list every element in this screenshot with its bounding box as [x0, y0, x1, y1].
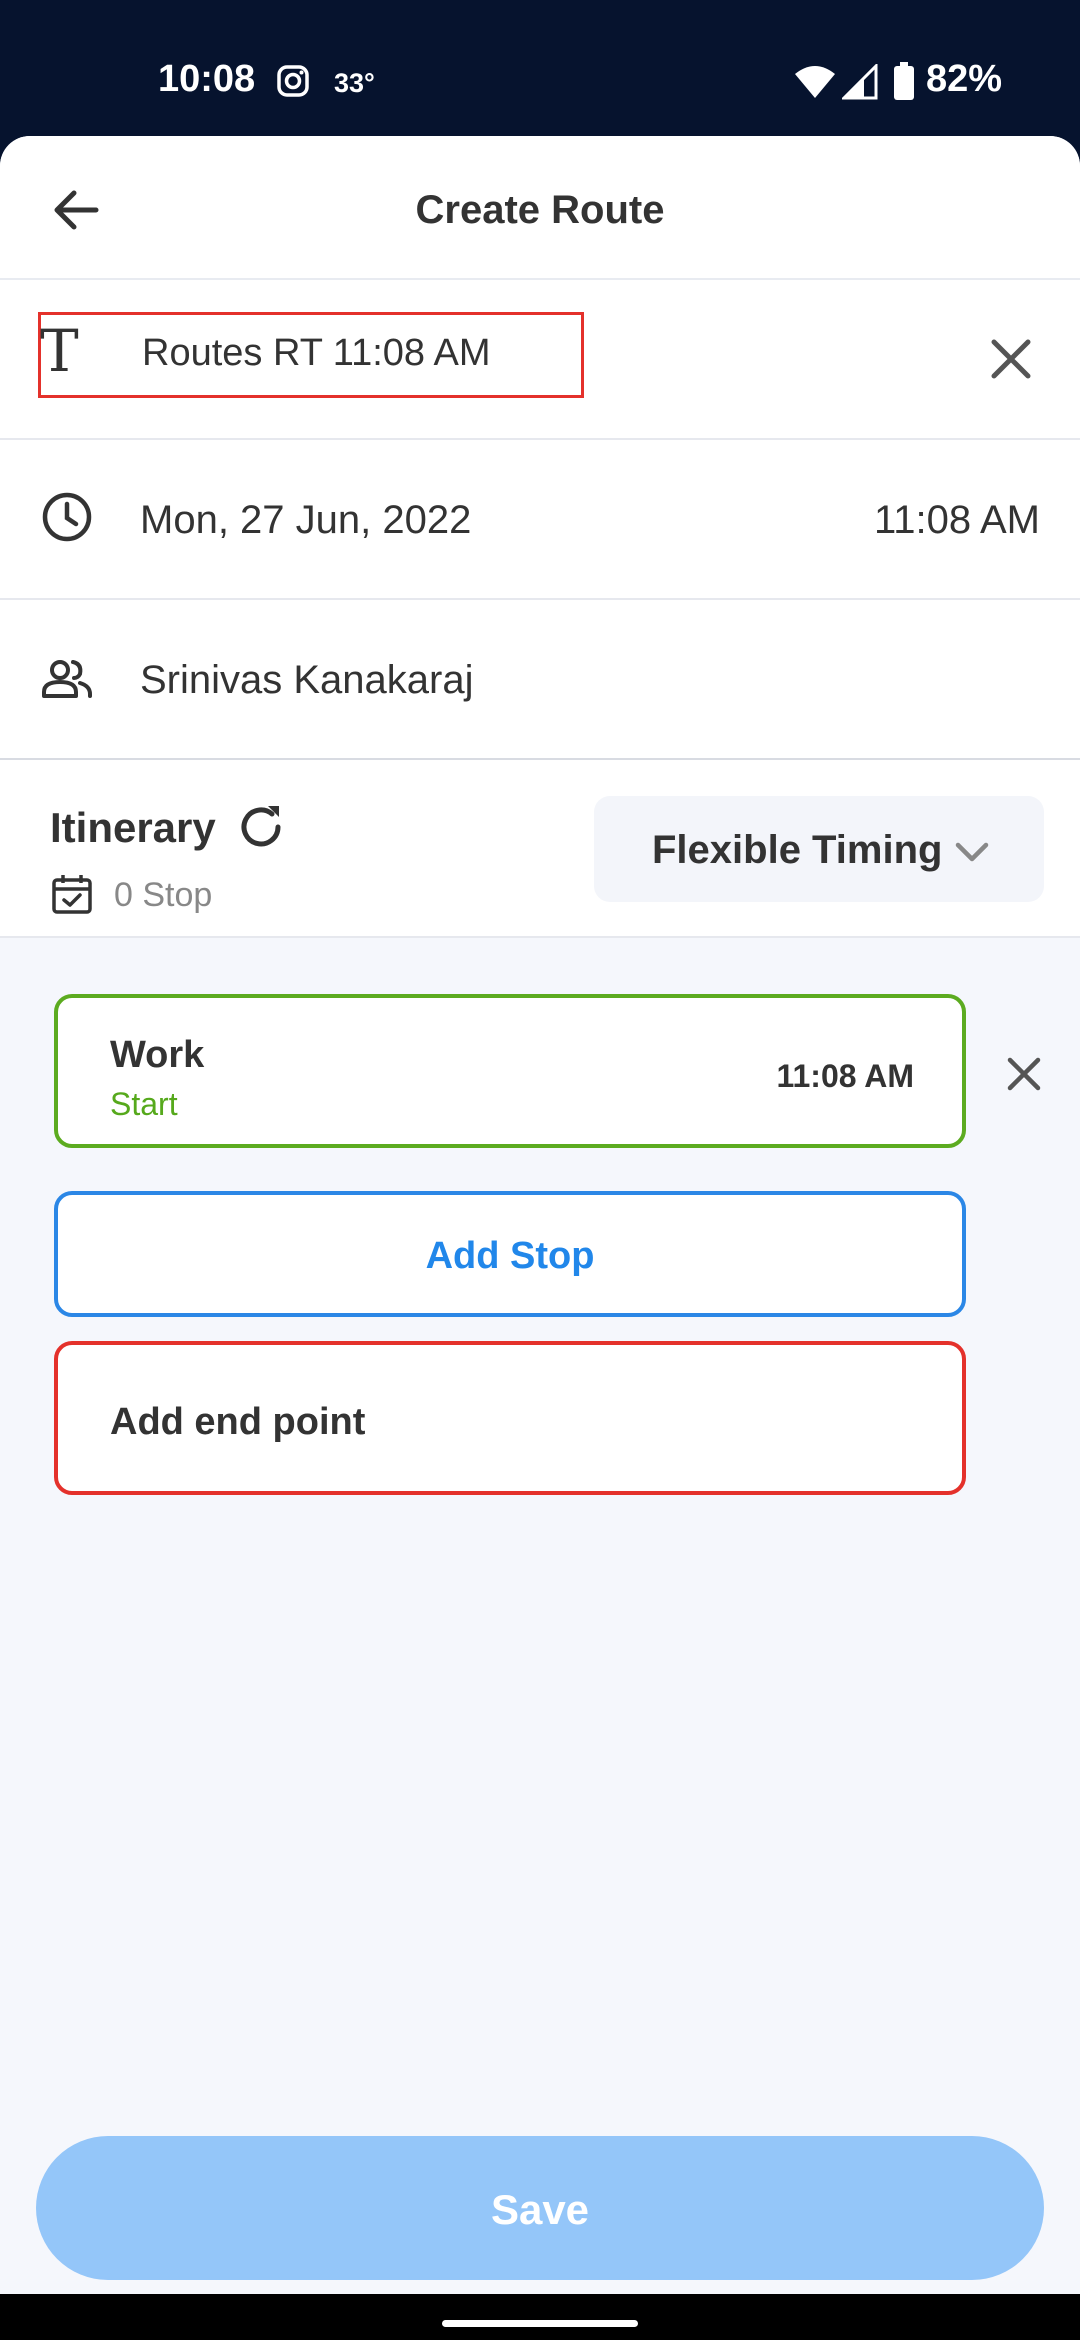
add-stop-button[interactable]: Add Stop — [54, 1191, 966, 1317]
start-point-name: Work — [110, 1034, 205, 1076]
itinerary-header: Itinerary 0 Stop Flexible Timing — [0, 760, 1080, 938]
wifi-icon — [795, 66, 835, 98]
create-route-sheet: Create Route T Routes RT 11:08 AM Mon, 2… — [0, 136, 1080, 2294]
add-stop-label: Add Stop — [425, 1235, 595, 1277]
calendar-check-icon — [52, 875, 92, 914]
assignee-row[interactable]: Srinivas Kanakaraj — [0, 600, 1080, 761]
battery-percentage: 82% — [926, 58, 1003, 100]
stop-count: 0 Stop — [114, 876, 213, 914]
home-indicator[interactable] — [442, 2320, 638, 2327]
add-end-point-button[interactable]: Add end point — [54, 1341, 966, 1495]
instagram-icon — [277, 65, 309, 97]
start-point-time: 11:08 AM — [776, 1058, 914, 1094]
status-time: 10:08 — [158, 58, 256, 100]
clock-icon — [42, 492, 92, 542]
page-title: Create Route — [415, 188, 665, 232]
itinerary-title: Itinerary — [50, 804, 216, 851]
text-icon: T — [40, 317, 79, 385]
app-header: Create Route — [0, 136, 1080, 280]
start-point-card[interactable]: Work Start 11:08 AM — [54, 994, 966, 1148]
timing-mode-dropdown[interactable]: Flexible Timing — [594, 796, 1044, 902]
route-name-input[interactable]: Routes RT 11:08 AM — [142, 332, 491, 375]
assignee-name[interactable]: Srinivas Kanakaraj — [140, 658, 474, 703]
people-icon — [42, 660, 92, 698]
start-point-label: Start — [110, 1086, 178, 1122]
chevron-down-icon — [955, 842, 989, 862]
schedule-date[interactable]: Mon, 27 Jun, 2022 — [140, 498, 471, 543]
signal-icon — [842, 64, 878, 100]
status-temperature: 33° — [334, 68, 375, 98]
schedule-row[interactable]: Mon, 27 Jun, 2022 11:08 AM — [0, 440, 1080, 600]
save-button[interactable]: Save — [36, 2136, 1044, 2280]
status-bar: 10:08 33° 82% — [0, 0, 1080, 136]
refresh-icon[interactable] — [234, 800, 288, 854]
remove-start-icon[interactable] — [1004, 1054, 1044, 1094]
route-name-row: T Routes RT 11:08 AM — [0, 280, 1080, 440]
battery-icon — [894, 62, 914, 100]
clear-name-icon[interactable] — [986, 334, 1036, 384]
timing-mode-label: Flexible Timing — [652, 828, 943, 872]
schedule-time[interactable]: 11:08 AM — [874, 498, 1040, 543]
add-end-point-label: Add end point — [110, 1401, 366, 1443]
navigation-bar — [0, 2294, 1080, 2340]
save-label: Save — [490, 2186, 590, 2233]
